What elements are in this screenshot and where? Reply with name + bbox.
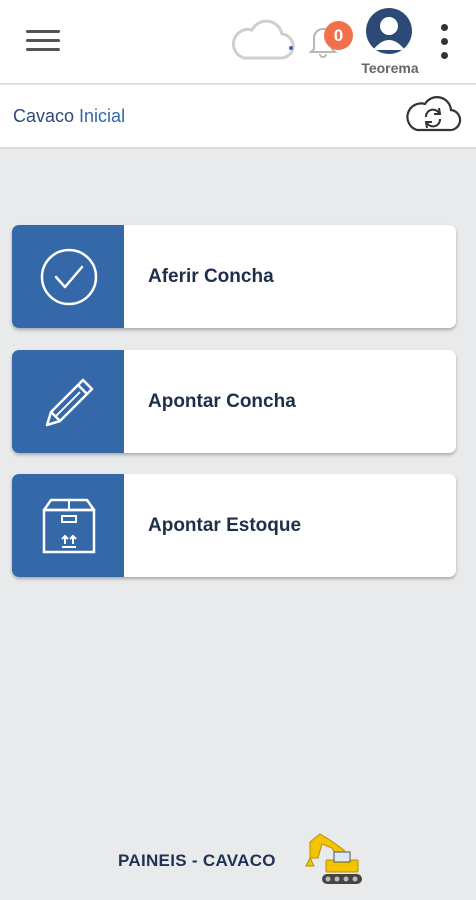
pencil-icon	[45, 378, 94, 427]
card-icon-box	[12, 225, 124, 328]
card-label: Apontar Estoque	[148, 515, 302, 536]
notification-badge: 0	[324, 21, 353, 50]
menu-icon[interactable]	[26, 29, 62, 53]
check-circle-icon	[40, 248, 98, 306]
card-label: Apontar Concha	[148, 391, 296, 412]
card-apontar-estoque[interactable]: Apontar Estoque	[12, 474, 456, 577]
card-apontar-concha[interactable]: Apontar Concha	[12, 350, 456, 453]
cloud-icon	[231, 19, 295, 60]
breadcrumb: Cavaco Inicial	[13, 106, 125, 127]
avatar-icon	[373, 17, 405, 50]
user-name: Teorema	[361, 60, 419, 76]
footer-label: PAINEIS - CAVACO	[118, 851, 276, 870]
avatar[interactable]	[366, 8, 412, 54]
card-aferir-concha[interactable]: Aferir Concha	[12, 225, 456, 328]
card-label: Aferir Concha	[148, 266, 274, 287]
card-icon-box	[12, 474, 124, 577]
excavator-icon	[305, 833, 362, 884]
footer: PAINEIS - CAVACO	[0, 826, 476, 892]
top-bar: 0 Teorema	[0, 0, 476, 84]
cloud-sync-icon[interactable]	[403, 92, 463, 136]
card-icon-box	[12, 350, 124, 453]
page-title: Inicial	[79, 106, 126, 126]
box-icon	[42, 498, 96, 554]
app-name: Cavaco	[13, 106, 75, 126]
kebab-icon[interactable]	[438, 24, 452, 62]
